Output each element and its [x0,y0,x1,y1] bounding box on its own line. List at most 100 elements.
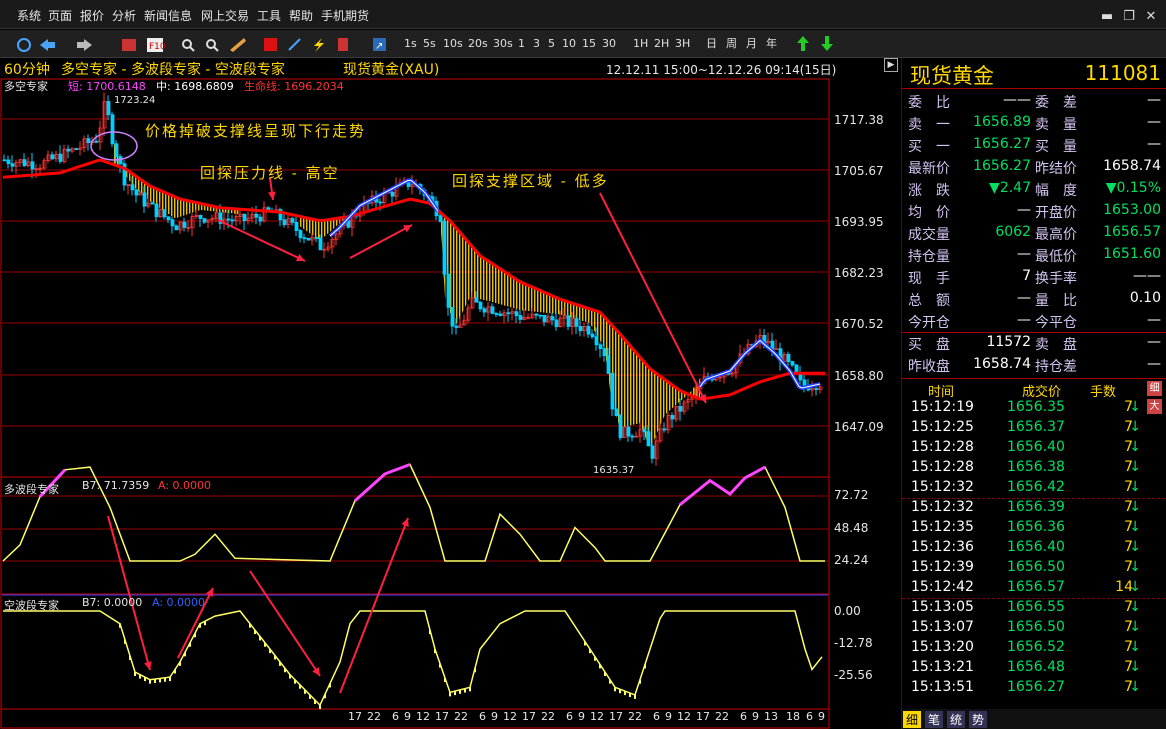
quote-value: 7 [1022,268,1031,284]
down-tick-icon: ↓ [1129,459,1141,475]
down-arrow-icon[interactable] [821,36,833,51]
sub1-name: 多波段专家 [4,483,59,496]
quote-row: 买 一 1656.27 买 量 — [902,134,1166,156]
forward-icon[interactable] [77,39,92,51]
candle-body [534,313,539,316]
period-month[interactable]: 月 [746,35,757,53]
period-20s[interactable]: 20s [468,35,488,53]
detail-side-tab[interactable]: 细 [1147,381,1162,396]
quote-value: 1656.27 [973,136,1031,152]
quote-label: 换手率 [1035,271,1077,287]
period-1s[interactable]: 1s [404,35,417,53]
instrument-name: 现货黄金 [910,64,994,88]
trade-price: 1656.50 [1007,619,1065,635]
quote-label: 卖 量 [1035,117,1077,133]
period-30s[interactable]: 30s [493,35,513,53]
menu-online-trade[interactable]: 网上交易 [201,7,249,24]
x-tick: 22 [367,710,381,723]
period-3h[interactable]: 3H [675,35,690,53]
trade-time: 15:13:51 [911,679,974,695]
period-10m[interactable]: 10 [562,35,576,53]
indicator-icon[interactable] [338,38,348,51]
export-icon[interactable]: ↗ [373,38,386,52]
period-year[interactable]: 年 [766,35,777,53]
tab-ticks[interactable]: 笔 [925,711,944,728]
quote-value: —— [1133,268,1161,284]
refresh-icon[interactable] [17,38,31,52]
up-arrow-icon[interactable] [797,36,809,51]
line-tool-icon[interactable] [288,38,301,51]
x-tick: 9 [404,710,411,723]
annotation-resistance: 回探压力线 - 高空 [200,164,340,182]
menu-news[interactable]: 新闻信息 [144,7,192,24]
period-15m[interactable]: 15 [582,35,596,53]
menu-system[interactable]: 系统 [17,7,41,24]
period-30m[interactable]: 30 [602,35,616,53]
chart-panel[interactable]: 60分钟 多空专家 - 多波段专家 - 空波段专家 现货黄金(XAU) 12.1… [0,58,900,729]
quote-value: ▼2.47 [989,180,1031,196]
red-block-icon[interactable] [264,38,277,51]
menu-mobile-futures[interactable]: 手机期货 [321,7,369,24]
x-tick: 9 [818,710,825,723]
quote-value: — [1147,356,1161,372]
quote-label: 幅 度 [1035,183,1077,199]
candle-body [542,314,547,323]
tab-detail[interactable]: 细 [903,711,922,728]
low-price-label: 1635.37 [593,465,635,476]
tab-stats[interactable]: 统 [947,711,966,728]
zoom-out-icon[interactable] [206,39,219,52]
x-tick: 9 [752,710,759,723]
back-icon[interactable] [40,39,55,51]
period-3m[interactable]: 3 [533,35,540,53]
draw-tool-icon[interactable] [230,38,246,52]
period-5m[interactable]: 5 [548,35,555,53]
candle-body [814,388,819,391]
trade-price: 1656.50 [1007,559,1065,575]
quote-row: 均 价 — 开盘价 1653.00 [902,200,1166,222]
period-1m[interactable]: 1 [518,35,525,53]
trade-row: 15:12:39 1656.50 7 ↓ [902,558,1166,578]
period-1h[interactable]: 1H [633,35,648,53]
trade-price: 1656.27 [1007,679,1065,695]
lightning-icon[interactable] [314,38,324,52]
candle-body [6,159,11,165]
sub1-a: A: 0.0000 [158,479,212,492]
candle-body [134,189,139,196]
restore-icon[interactable]: ❐ [1120,9,1138,25]
toolbar-icons: F10 ↗ [17,38,386,52]
market-icon[interactable] [122,39,136,51]
candle-body [478,301,483,310]
period-day[interactable]: 日 [706,35,717,53]
menu-tools[interactable]: 工具 [257,7,281,24]
trade-price: 1656.40 [1007,539,1065,555]
tab-trend[interactable]: 势 [969,711,988,728]
menu-analysis[interactable]: 分析 [112,7,136,24]
close-icon[interactable]: ✕ [1142,9,1160,25]
quote-value: — [1017,290,1031,306]
minimize-icon[interactable]: ▬ [1098,9,1116,25]
quote-label: 委 差 [1035,95,1077,111]
candle-body [494,313,499,315]
f10-icon[interactable]: F10 [147,38,166,52]
trade-row: 15:13:07 1656.50 7 ↓ [902,618,1166,638]
menu-quote[interactable]: 报价 [80,7,104,24]
period-5s[interactable]: 5s [423,35,436,53]
candle-body [258,216,263,222]
quote-label: 量 比 [1035,293,1077,309]
period-2h[interactable]: 2H [654,35,669,53]
instrument-code: 111081 [1084,61,1161,85]
candle-body [454,325,459,328]
candle-body [2,159,7,162]
zoom-in-icon[interactable] [182,39,195,52]
quote-value: 6062 [995,224,1031,240]
sub2-name: 空波段专家 [4,599,59,612]
toolbar: F10 ↗ 1s 5s 10s 20s 30s 1 3 5 10 15 30 1… [0,30,1166,58]
quote-value: —— [1003,92,1031,108]
menu-page[interactable]: 页面 [48,7,72,24]
quote-label: 昨收盘 [908,359,950,375]
quote-value: 1653.00 [1103,202,1161,218]
menu-help[interactable]: 帮助 [289,7,313,24]
period-10s[interactable]: 10s [443,35,463,53]
candle-body [166,216,171,221]
period-week[interactable]: 周 [726,35,737,53]
